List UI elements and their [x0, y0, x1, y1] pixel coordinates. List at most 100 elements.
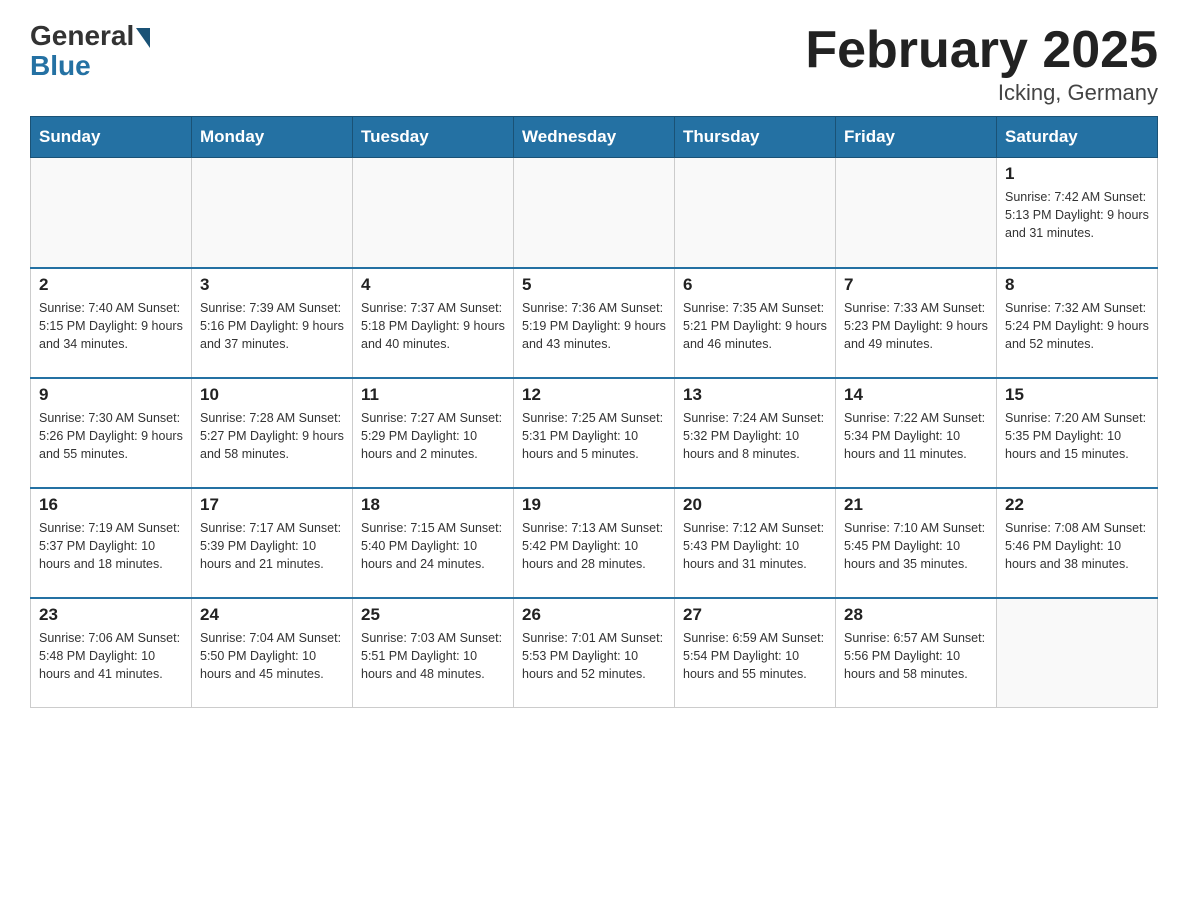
calendar-cell: 10 Sunrise: 7:28 AM Sunset: 5:27 PM Dayli…	[192, 378, 353, 488]
calendar-cell: 23 Sunrise: 7:06 AM Sunset: 5:48 PM Dayli…	[31, 598, 192, 708]
month-title: February 2025	[805, 20, 1158, 80]
day-number: 21	[844, 495, 988, 515]
day-number: 26	[522, 605, 666, 625]
weekday-header-thursday: Thursday	[675, 117, 836, 158]
calendar-cell: 15 Sunrise: 7:20 AM Sunset: 5:35 PM Dayli…	[997, 378, 1158, 488]
day-info: Sunrise: 7:01 AM Sunset: 5:53 PM Dayligh…	[522, 629, 666, 683]
weekday-header-monday: Monday	[192, 117, 353, 158]
day-info: Sunrise: 7:25 AM Sunset: 5:31 PM Dayligh…	[522, 409, 666, 463]
day-info: Sunrise: 7:37 AM Sunset: 5:18 PM Dayligh…	[361, 299, 505, 353]
day-info: Sunrise: 7:13 AM Sunset: 5:42 PM Dayligh…	[522, 519, 666, 573]
calendar-cell: 22 Sunrise: 7:08 AM Sunset: 5:46 PM Dayli…	[997, 488, 1158, 598]
day-number: 12	[522, 385, 666, 405]
day-info: Sunrise: 7:42 AM Sunset: 5:13 PM Dayligh…	[1005, 188, 1149, 242]
calendar-cell: 2 Sunrise: 7:40 AM Sunset: 5:15 PM Daylig…	[31, 268, 192, 378]
day-number: 23	[39, 605, 183, 625]
calendar-cell: 28 Sunrise: 6:57 AM Sunset: 5:56 PM Dayli…	[836, 598, 997, 708]
day-number: 3	[200, 275, 344, 295]
calendar-cell: 17Sunrise: 7:17 AM Sunset: 5:39 PM Dayli…	[192, 488, 353, 598]
day-number: 10	[200, 385, 344, 405]
calendar-week-2: 2 Sunrise: 7:40 AM Sunset: 5:15 PM Daylig…	[31, 268, 1158, 378]
calendar-cell: 26 Sunrise: 7:01 AM Sunset: 5:53 PM Dayli…	[514, 598, 675, 708]
calendar-week-5: 23 Sunrise: 7:06 AM Sunset: 5:48 PM Dayli…	[31, 598, 1158, 708]
calendar-cell: 3 Sunrise: 7:39 AM Sunset: 5:16 PM Daylig…	[192, 268, 353, 378]
calendar-cell: 21 Sunrise: 7:10 AM Sunset: 5:45 PM Dayli…	[836, 488, 997, 598]
day-number: 9	[39, 385, 183, 405]
day-info: Sunrise: 7:39 AM Sunset: 5:16 PM Dayligh…	[200, 299, 344, 353]
day-info: Sunrise: 7:03 AM Sunset: 5:51 PM Dayligh…	[361, 629, 505, 683]
day-number: 19	[522, 495, 666, 515]
calendar-cell: 6Sunrise: 7:35 AM Sunset: 5:21 PM Daylig…	[675, 268, 836, 378]
day-info: Sunrise: 7:28 AM Sunset: 5:27 PM Dayligh…	[200, 409, 344, 463]
day-info: Sunrise: 7:10 AM Sunset: 5:45 PM Dayligh…	[844, 519, 988, 573]
day-number: 16	[39, 495, 183, 515]
day-info: Sunrise: 7:33 AM Sunset: 5:23 PM Dayligh…	[844, 299, 988, 353]
calendar-cell: 4Sunrise: 7:37 AM Sunset: 5:18 PM Daylig…	[353, 268, 514, 378]
day-info: Sunrise: 7:17 AM Sunset: 5:39 PM Dayligh…	[200, 519, 344, 573]
day-info: Sunrise: 6:57 AM Sunset: 5:56 PM Dayligh…	[844, 629, 988, 683]
day-number: 25	[361, 605, 505, 625]
calendar-cell	[31, 158, 192, 268]
weekday-header-wednesday: Wednesday	[514, 117, 675, 158]
day-number: 11	[361, 385, 505, 405]
calendar-cell: 19 Sunrise: 7:13 AM Sunset: 5:42 PM Dayli…	[514, 488, 675, 598]
logo-text-general: General	[30, 20, 134, 52]
calendar-cell: 20 Sunrise: 7:12 AM Sunset: 5:43 PM Dayli…	[675, 488, 836, 598]
calendar-cell	[997, 598, 1158, 708]
day-info: Sunrise: 7:19 AM Sunset: 5:37 PM Dayligh…	[39, 519, 183, 573]
day-info: Sunrise: 7:24 AM Sunset: 5:32 PM Dayligh…	[683, 409, 827, 463]
day-info: Sunrise: 7:20 AM Sunset: 5:35 PM Dayligh…	[1005, 409, 1149, 463]
logo-text-blue: Blue	[30, 50, 91, 82]
title-section: February 2025 Icking, Germany	[805, 20, 1158, 106]
day-number: 1	[1005, 164, 1149, 184]
calendar-cell	[514, 158, 675, 268]
day-info: Sunrise: 7:15 AM Sunset: 5:40 PM Dayligh…	[361, 519, 505, 573]
day-info: Sunrise: 6:59 AM Sunset: 5:54 PM Dayligh…	[683, 629, 827, 683]
calendar-cell: 24Sunrise: 7:04 AM Sunset: 5:50 PM Dayli…	[192, 598, 353, 708]
weekday-header-tuesday: Tuesday	[353, 117, 514, 158]
day-number: 28	[844, 605, 988, 625]
day-info: Sunrise: 7:22 AM Sunset: 5:34 PM Dayligh…	[844, 409, 988, 463]
calendar-cell: 7 Sunrise: 7:33 AM Sunset: 5:23 PM Daylig…	[836, 268, 997, 378]
day-number: 15	[1005, 385, 1149, 405]
calendar-cell: 9 Sunrise: 7:30 AM Sunset: 5:26 PM Daylig…	[31, 378, 192, 488]
day-number: 20	[683, 495, 827, 515]
day-info: Sunrise: 7:06 AM Sunset: 5:48 PM Dayligh…	[39, 629, 183, 683]
day-number: 18	[361, 495, 505, 515]
calendar-cell	[836, 158, 997, 268]
location: Icking, Germany	[805, 80, 1158, 106]
day-info: Sunrise: 7:27 AM Sunset: 5:29 PM Dayligh…	[361, 409, 505, 463]
day-info: Sunrise: 7:40 AM Sunset: 5:15 PM Dayligh…	[39, 299, 183, 353]
calendar-cell: 5Sunrise: 7:36 AM Sunset: 5:19 PM Daylig…	[514, 268, 675, 378]
calendar-cell: 14 Sunrise: 7:22 AM Sunset: 5:34 PM Dayli…	[836, 378, 997, 488]
day-number: 6	[683, 275, 827, 295]
day-number: 2	[39, 275, 183, 295]
day-number: 8	[1005, 275, 1149, 295]
day-info: Sunrise: 7:12 AM Sunset: 5:43 PM Dayligh…	[683, 519, 827, 573]
logo-triangle-icon	[136, 28, 150, 48]
calendar-cell: 13 Sunrise: 7:24 AM Sunset: 5:32 PM Dayli…	[675, 378, 836, 488]
calendar-cell: 27 Sunrise: 6:59 AM Sunset: 5:54 PM Dayli…	[675, 598, 836, 708]
calendar-cell	[192, 158, 353, 268]
calendar-cell: 25 Sunrise: 7:03 AM Sunset: 5:51 PM Dayli…	[353, 598, 514, 708]
calendar-week-1: 1 Sunrise: 7:42 AM Sunset: 5:13 PM Daylig…	[31, 158, 1158, 268]
calendar-cell: 12 Sunrise: 7:25 AM Sunset: 5:31 PM Dayli…	[514, 378, 675, 488]
day-info: Sunrise: 7:32 AM Sunset: 5:24 PM Dayligh…	[1005, 299, 1149, 353]
day-number: 24	[200, 605, 344, 625]
calendar-cell: 8 Sunrise: 7:32 AM Sunset: 5:24 PM Daylig…	[997, 268, 1158, 378]
weekday-header-friday: Friday	[836, 117, 997, 158]
day-number: 14	[844, 385, 988, 405]
day-number: 27	[683, 605, 827, 625]
day-number: 22	[1005, 495, 1149, 515]
day-info: Sunrise: 7:30 AM Sunset: 5:26 PM Dayligh…	[39, 409, 183, 463]
calendar-cell: 11 Sunrise: 7:27 AM Sunset: 5:29 PM Dayli…	[353, 378, 514, 488]
day-info: Sunrise: 7:08 AM Sunset: 5:46 PM Dayligh…	[1005, 519, 1149, 573]
calendar-cell: 1 Sunrise: 7:42 AM Sunset: 5:13 PM Daylig…	[997, 158, 1158, 268]
day-number: 13	[683, 385, 827, 405]
calendar-cell: 16 Sunrise: 7:19 AM Sunset: 5:37 PM Dayli…	[31, 488, 192, 598]
calendar-week-4: 16 Sunrise: 7:19 AM Sunset: 5:37 PM Dayli…	[31, 488, 1158, 598]
calendar-cell: 18 Sunrise: 7:15 AM Sunset: 5:40 PM Dayli…	[353, 488, 514, 598]
calendar-cell	[353, 158, 514, 268]
day-number: 7	[844, 275, 988, 295]
weekday-header-sunday: Sunday	[31, 117, 192, 158]
